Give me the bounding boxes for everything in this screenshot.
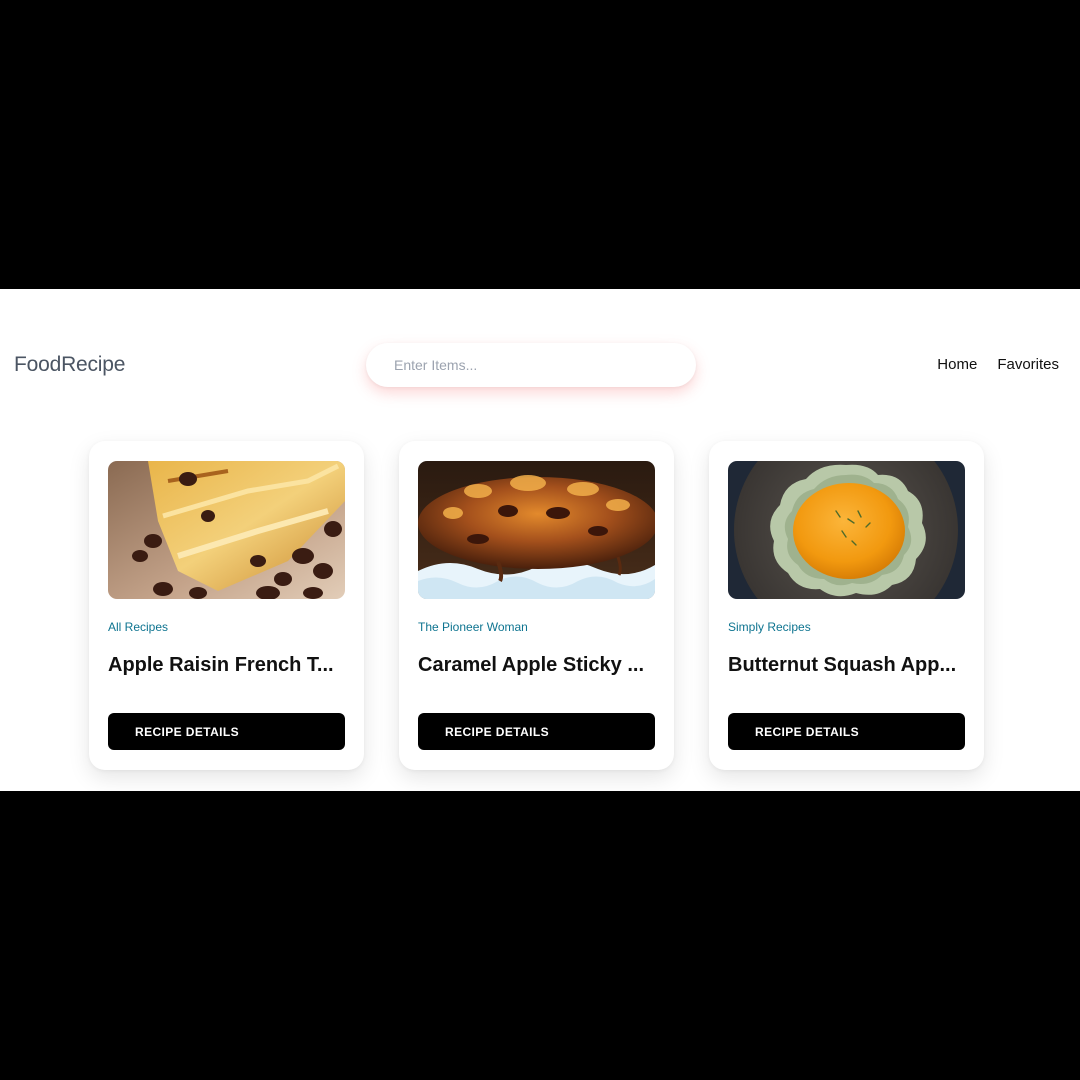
recipe-card: The Pioneer Woman Caramel Apple Sticky .… (399, 441, 674, 770)
search-box (366, 343, 696, 387)
search-input[interactable] (366, 343, 696, 387)
recipe-card: Simply Recipes Butternut Squash App... R… (709, 441, 984, 770)
recipe-publisher: Simply Recipes (728, 620, 811, 634)
recipe-title: Caramel Apple Sticky ... (418, 654, 645, 676)
navbar: FoodRecipe Home Favorites (0, 289, 1080, 439)
recipe-image[interactable] (728, 461, 965, 599)
recipe-image[interactable] (418, 461, 655, 599)
nav-link-home[interactable]: Home (937, 356, 977, 373)
recipe-card-list: All Recipes Apple Raisin French T... REC… (89, 441, 984, 770)
brand-logo[interactable]: FoodRecipe (14, 353, 125, 377)
recipe-details-button[interactable]: RECIPE DETAILS (418, 713, 655, 750)
recipe-title: Butternut Squash App... (728, 654, 957, 676)
nav-links: Home Favorites (937, 356, 1059, 373)
recipe-details-button[interactable]: RECIPE DETAILS (728, 713, 965, 750)
recipe-card: All Recipes Apple Raisin French T... REC… (89, 441, 364, 770)
sticky-bun-photo-icon (418, 461, 655, 599)
bread-pudding-photo-icon (108, 461, 345, 599)
recipe-publisher: All Recipes (108, 620, 169, 634)
recipe-title: Apple Raisin French T... (108, 654, 334, 676)
recipe-details-button[interactable]: RECIPE DETAILS (108, 713, 345, 750)
app-viewport: FoodRecipe Home Favorites (0, 289, 1080, 791)
recipe-publisher: The Pioneer Woman (418, 620, 528, 634)
recipe-image[interactable] (108, 461, 345, 599)
soup-bowl-photo-icon (728, 461, 965, 599)
nav-link-favorites[interactable]: Favorites (997, 356, 1059, 373)
